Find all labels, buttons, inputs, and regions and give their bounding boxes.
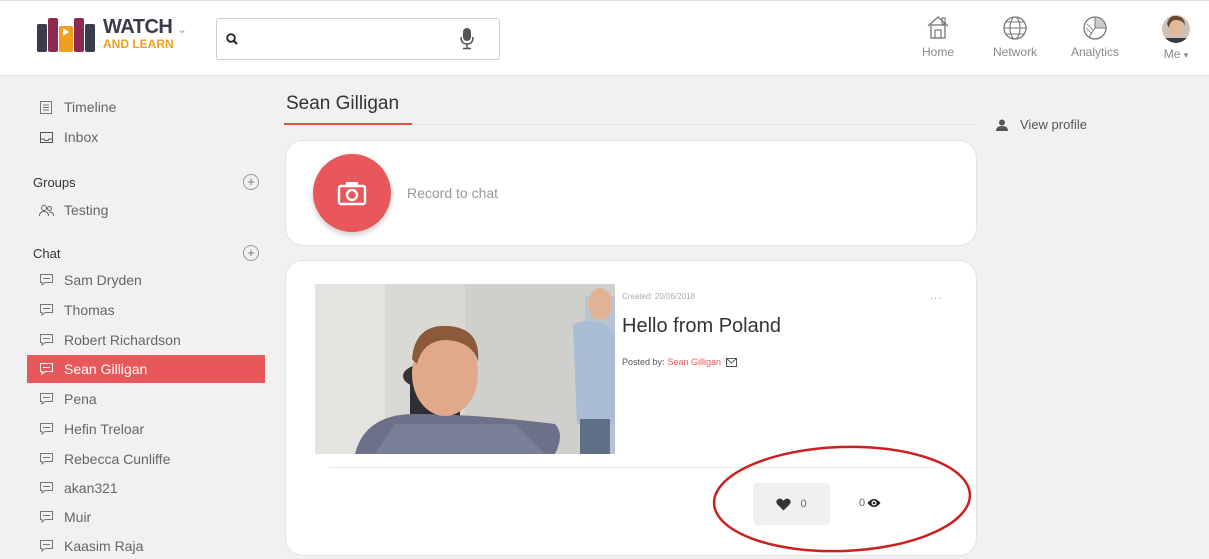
sidebar-item-chat[interactable]: Pena [27, 385, 265, 413]
sidebar-item-chat[interactable]: Kaasim Raja [27, 532, 265, 559]
sidebar-item-chat-active[interactable]: Sean Gilligan [27, 355, 265, 383]
record-to-chat-label[interactable]: Record to chat [407, 185, 498, 201]
sidebar-item-label: Sean Gilligan [64, 361, 148, 377]
sidebar-item-label: Sam Dryden [64, 272, 142, 288]
sidebar-item-chat[interactable]: Thomas [27, 296, 265, 324]
nav-home[interactable]: Home [916, 14, 960, 59]
chat-heading: Chat [33, 246, 61, 261]
sidebar-item-chat[interactable]: Sam Dryden [27, 266, 265, 294]
eye-icon [867, 499, 881, 507]
more-options-button[interactable]: ... [930, 290, 942, 302]
sidebar-item-label: Robert Richardson [64, 332, 181, 348]
chat-icon [38, 361, 54, 377]
inbox-icon [38, 129, 54, 145]
post-card: Created: 20/06/2018 ... Hello from Polan… [285, 260, 977, 556]
like-count: 0 [800, 498, 807, 510]
post-created-date: Created: 20/06/2018 [622, 292, 695, 301]
globe-icon [1003, 16, 1027, 40]
video-thumbnail[interactable] [315, 284, 615, 454]
logo-line2: AND LEARN [103, 36, 174, 51]
view-profile-label: View profile [1020, 117, 1087, 132]
heart-icon [776, 498, 792, 510]
chat-icon [38, 421, 54, 437]
view-count-display: 0 [859, 497, 881, 509]
chat-icon [38, 272, 54, 288]
sidebar-item-inbox[interactable]: Inbox [27, 123, 265, 151]
search-box [216, 18, 500, 60]
top-bar: WATCH AND LEARN ⌄ Home Network Analytics… [0, 0, 1209, 76]
avatar [1162, 15, 1190, 43]
chat-icon [38, 509, 54, 525]
view-count: 0 [859, 497, 866, 509]
record-button[interactable] [313, 154, 391, 232]
post-author-link[interactable]: Sean Gilligan [668, 357, 722, 367]
search-icon[interactable] [226, 32, 238, 50]
sidebar-item-label: Inbox [64, 129, 99, 145]
nav-network[interactable]: Network [986, 14, 1044, 59]
nav-home-label: Home [921, 45, 954, 59]
mail-icon[interactable] [726, 357, 738, 367]
add-chat-button[interactable]: + [243, 245, 259, 261]
logo-line1: WATCH [103, 15, 173, 38]
sidebar-item-label: Pena [64, 391, 97, 407]
sidebar-item-label: Muir [64, 509, 92, 525]
logo-text: WATCH AND LEARN [103, 17, 174, 50]
home-icon [927, 16, 949, 39]
sidebar-item-label: Timeline [64, 99, 117, 115]
sidebar-item-label: Thomas [64, 302, 115, 318]
user-icon [996, 119, 1008, 131]
sidebar: Timeline Inbox Groups + Testing Chat + S… [0, 77, 270, 559]
sidebar-item-chat[interactable]: Muir [27, 503, 265, 531]
post-divider [329, 467, 935, 468]
sidebar-item-label: Rebecca Cunliffe [64, 451, 171, 467]
app-logo[interactable]: WATCH AND LEARN ⌄ [37, 14, 187, 52]
posted-by: Posted by: Sean Gilligan [622, 357, 738, 367]
nav-network-label: Network [992, 45, 1037, 59]
microphone-icon[interactable] [460, 28, 474, 55]
groups-heading: Groups [33, 175, 76, 190]
nav-analytics-label: Analytics [1070, 45, 1120, 59]
view-profile-link[interactable]: View profile [996, 117, 1087, 132]
chat-icon [38, 480, 54, 496]
record-card: Record to chat [285, 140, 977, 246]
sidebar-item-label: Hefin Treloar [64, 421, 145, 437]
sidebar-item-chat[interactable]: Robert Richardson [27, 326, 265, 354]
page-title: Sean Gilligan [286, 93, 400, 114]
chevron-down-icon[interactable]: ⌄ [178, 23, 187, 36]
sidebar-item-label: Kaasim Raja [64, 538, 144, 554]
chat-icon [38, 451, 54, 467]
sidebar-item-label: Testing [64, 202, 109, 218]
posted-by-label: Posted by: [622, 357, 665, 367]
timeline-icon [38, 99, 54, 115]
sidebar-item-timeline[interactable]: Timeline [27, 93, 265, 121]
search-input[interactable] [247, 27, 457, 51]
title-underline [284, 123, 412, 125]
sidebar-item-chat[interactable]: Hefin Treloar [27, 415, 265, 443]
chat-icon [38, 302, 54, 318]
add-group-button[interactable]: + [243, 174, 259, 190]
camera-icon [337, 182, 367, 206]
sidebar-item-chat[interactable]: akan321 [27, 474, 265, 502]
sidebar-item-label: akan321 [64, 480, 118, 496]
sidebar-item-testing[interactable]: Testing [27, 196, 265, 224]
nav-me[interactable]: Me ▾ [1156, 14, 1196, 61]
caret-down-icon: ▾ [1183, 50, 1189, 60]
nav-me-label-wrap: Me ▾ [1156, 47, 1196, 61]
chat-icon [38, 332, 54, 348]
logo-mark [37, 14, 99, 52]
post-title[interactable]: Hello from Poland [622, 315, 781, 338]
chat-icon [38, 391, 54, 407]
nav-me-label: Me [1163, 47, 1181, 61]
like-button[interactable]: 0 [753, 483, 830, 525]
analytics-icon [1083, 16, 1107, 40]
sidebar-item-chat[interactable]: Rebecca Cunliffe [27, 445, 265, 473]
group-icon [38, 202, 54, 218]
chat-icon [38, 538, 54, 554]
nav-analytics[interactable]: Analytics [1064, 14, 1126, 59]
